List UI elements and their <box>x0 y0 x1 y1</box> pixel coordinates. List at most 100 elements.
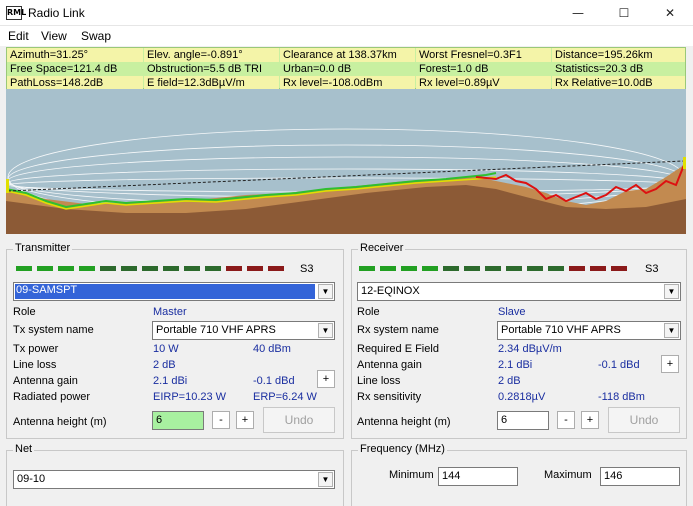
info-elevation: Elev. angle=-0.891° <box>144 48 279 62</box>
tx-system-value: Portable 710 VHF APRS <box>156 324 276 336</box>
info-rx-level-uv: Rx level=0.89µV <box>416 76 551 90</box>
info-urban: Urban=0.0 dB <box>280 62 415 76</box>
receiver-title: Receiver <box>358 242 406 254</box>
rx-system-label: Rx system name <box>357 324 439 336</box>
tx-gain-add-button[interactable]: + <box>317 370 335 388</box>
terrain-profile-graphic <box>6 89 686 234</box>
info-forest: Forest=1.0 dB <box>416 62 551 76</box>
frequency-min-value: 144 <box>442 470 461 482</box>
rx-line-loss-label: Line loss <box>357 375 401 387</box>
info-e-field: E field=12.3dBµV/m <box>144 76 279 90</box>
transmitter-title: Transmitter <box>13 242 73 254</box>
tx-signal-meter <box>16 266 286 273</box>
tx-erp: ERP=6.24 W <box>253 391 317 403</box>
tx-role-label: Role <box>13 306 36 318</box>
tx-unit-select[interactable]: 09-SAMSPT ▼ <box>13 282 335 301</box>
close-button[interactable]: ✕ <box>647 0 693 26</box>
frequency-title: Frequency (MHz) <box>358 443 447 455</box>
meter-segment <box>184 266 200 271</box>
info-rx-relative: Rx Relative=10.0dB <box>552 76 685 90</box>
meter-segment <box>611 266 627 271</box>
meter-segment <box>506 266 522 271</box>
tx-gain-dbi: 2.1 dBi <box>153 375 188 387</box>
info-distance: Distance=195.26km <box>552 48 685 62</box>
rx-undo-button[interactable]: Undo <box>608 407 680 433</box>
meter-segment <box>527 266 543 271</box>
tx-gain-label: Antenna gain <box>13 375 78 387</box>
rx-unit-select[interactable]: 12-EQINOX ▼ <box>357 282 681 301</box>
rx-gain-label: Antenna gain <box>357 359 422 371</box>
meter-segment <box>142 266 158 271</box>
tx-height-value: 6 <box>156 414 163 426</box>
meter-segment <box>247 266 263 271</box>
rx-height-decrement-button[interactable]: - <box>557 411 575 429</box>
tx-gain-dbd: -0.1 dBd <box>253 375 295 387</box>
app-icon: RML <box>6 6 26 20</box>
tx-system-label: Tx system name <box>13 324 94 336</box>
info-rx-level-dbm: Rx level=-108.0dBm <box>280 76 415 90</box>
title-bar: RML Radio Link — ☐ ✕ <box>0 0 693 26</box>
tx-height-input[interactable]: 6 <box>152 411 204 430</box>
rx-meter-label: S3 <box>645 263 659 275</box>
rx-height-increment-button[interactable]: + <box>581 411 599 429</box>
tx-line-loss-label: Line loss <box>13 359 57 371</box>
tx-line-loss-value: 2 dB <box>153 359 176 371</box>
frequency-max-input[interactable]: 146 <box>600 467 680 486</box>
tx-undo-button[interactable]: Undo <box>263 407 335 433</box>
tx-unit-value: 09-SAMSPT <box>16 284 78 296</box>
meter-segment <box>548 266 564 271</box>
rx-role-label: Role <box>357 306 380 318</box>
rx-role-value: Slave <box>498 306 526 318</box>
rx-system-value: Portable 710 VHF APRS <box>501 324 621 336</box>
meter-segment <box>422 266 438 271</box>
tx-radiated-label: Radiated power <box>13 391 91 403</box>
meter-segment <box>100 266 116 271</box>
rx-gain-dbd: -0.1 dBd <box>598 359 640 371</box>
info-clearance: Clearance at 138.37km <box>280 48 415 62</box>
maximize-button[interactable]: ☐ <box>601 0 647 26</box>
meter-segment <box>121 266 137 271</box>
meter-segment <box>268 266 284 271</box>
tx-meter-label: S3 <box>300 263 314 275</box>
meter-segment <box>443 266 459 271</box>
net-value: 09-10 <box>17 473 46 485</box>
transmitter-panel: Transmitter S3 09-SAMSPT ▼ Role Master T… <box>6 242 344 439</box>
meter-segment <box>163 266 179 271</box>
tx-eirp: EIRP=10.23 W <box>153 391 227 403</box>
meter-segment <box>380 266 396 271</box>
menu-view[interactable]: View <box>41 29 67 43</box>
meter-segment <box>485 266 501 271</box>
rx-gain-dbi: 2.1 dBi <box>498 359 533 371</box>
meter-segment <box>79 266 95 271</box>
rx-unit-value: 12-EQINOX <box>361 285 420 297</box>
tx-system-select[interactable]: Portable 710 VHF APRS ▼ <box>152 321 335 340</box>
net-select[interactable]: 09-10 ▼ <box>13 470 335 489</box>
rx-line-loss-value: 2 dB <box>498 375 521 387</box>
info-statistics: Statistics=20.3 dB <box>552 62 685 76</box>
tx-height-increment-button[interactable]: + <box>236 411 254 429</box>
chevron-down-icon: ▼ <box>664 284 679 299</box>
meter-segment <box>58 266 74 271</box>
minimize-button[interactable]: — <box>555 0 601 26</box>
meter-segment <box>359 266 375 271</box>
tx-height-decrement-button[interactable]: - <box>212 411 230 429</box>
info-free-space: Free Space=121.4 dB <box>7 62 143 76</box>
info-fresnel: Worst Fresnel=0.3F1 <box>416 48 551 62</box>
rx-height-label: Antenna height (m) <box>357 416 451 428</box>
menu-swap[interactable]: Swap <box>81 29 111 43</box>
receiver-panel: Receiver S3 12-EQINOX ▼ Role Slave Rx sy… <box>351 242 687 439</box>
frequency-max-label: Maximum <box>544 469 592 481</box>
meter-segment <box>590 266 606 271</box>
meter-segment <box>226 266 242 271</box>
meter-segment <box>16 266 32 271</box>
frequency-min-input[interactable]: 144 <box>438 467 518 486</box>
net-title: Net <box>13 443 35 455</box>
rx-field-value: 2.34 dBµV/m <box>498 343 562 355</box>
rx-field-label: Required E Field <box>357 343 439 355</box>
rx-system-select[interactable]: Portable 710 VHF APRS ▼ <box>497 321 681 340</box>
rx-gain-add-button[interactable]: + <box>661 355 679 373</box>
menu-edit[interactable]: Edit <box>8 29 29 43</box>
link-info-grid: Azimuth=31.25° Elev. angle=-0.891° Clear… <box>6 47 686 90</box>
window-title: Radio Link <box>28 6 85 20</box>
rx-height-input[interactable]: 6 <box>497 411 549 430</box>
